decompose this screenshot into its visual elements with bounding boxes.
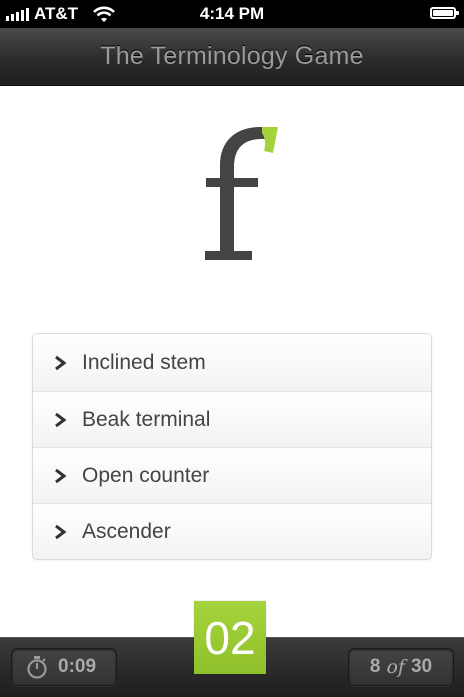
answer-label: Open counter xyxy=(82,463,210,487)
chevron-right-icon xyxy=(55,412,67,427)
chevron-right-icon xyxy=(55,355,67,370)
page-title: The Terminology Game xyxy=(100,42,364,70)
question-glyph xyxy=(182,115,292,275)
answer-label: Beak terminal xyxy=(82,407,211,431)
answer-option[interactable]: Inclined stem xyxy=(33,334,431,391)
score-badge: 02 xyxy=(194,601,266,674)
question-progress: 8 of 30 xyxy=(348,648,454,686)
answer-option[interactable]: Open counter xyxy=(33,447,431,503)
battery-icon xyxy=(430,7,459,19)
timer-value: 0:09 xyxy=(58,656,97,677)
answer-label: Inclined stem xyxy=(82,350,206,374)
chevron-right-icon xyxy=(55,468,67,483)
timer-display: 0:09 xyxy=(11,648,117,686)
answer-label: Ascender xyxy=(82,519,171,543)
answer-option[interactable]: Ascender xyxy=(33,503,431,559)
answer-list: Inclined stem Beak terminal Open counter… xyxy=(32,333,432,560)
status-bar: AT&T 4:14 PM xyxy=(0,0,464,28)
answer-option[interactable]: Beak terminal xyxy=(33,391,431,447)
progress-total: 30 xyxy=(410,656,433,677)
stopwatch-icon xyxy=(27,656,47,679)
chevron-right-icon xyxy=(55,524,67,539)
progress-current: 8 xyxy=(369,656,381,677)
title-bar: The Terminology Game xyxy=(0,28,464,86)
glyph-f-illustration xyxy=(205,127,278,260)
status-time: 4:14 PM xyxy=(199,4,265,23)
progress-of-label: of xyxy=(386,656,405,678)
